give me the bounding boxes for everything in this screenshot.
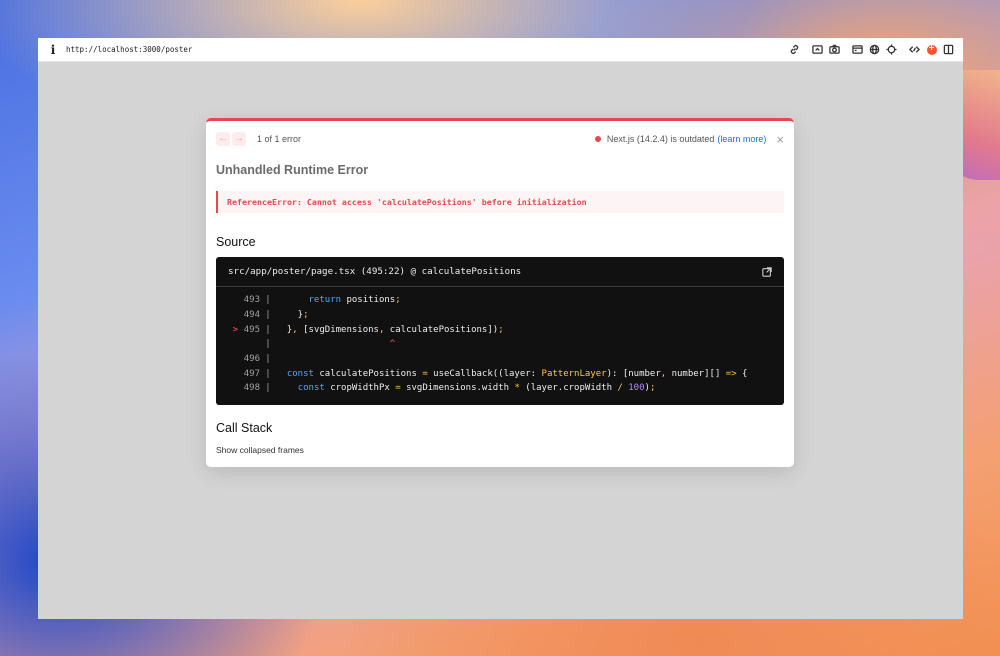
code-text: return positions; [308, 295, 401, 306]
file-location[interactable]: src/app/poster/page.tsx (495:22) @ calcu… [216, 257, 784, 287]
toolbar-icons [786, 41, 957, 58]
code-text: const calculatePositions = useCallback((… [286, 368, 748, 379]
call-stack-heading: Call Stack [216, 421, 273, 435]
line-number: 498 [243, 383, 260, 394]
line-number: 494 [243, 310, 260, 321]
gutter-separator: | [265, 310, 271, 321]
address-bar[interactable]: http://localhost:3000/poster [66, 45, 192, 54]
line-number: 493 [243, 295, 260, 306]
gutter-separator: | [265, 295, 271, 306]
status-dot-icon [594, 136, 601, 142]
close-icon[interactable]: × [776, 133, 784, 146]
globe-icon[interactable] [866, 41, 883, 58]
line-number: 497 [243, 368, 260, 379]
file-location-text[interactable]: src/app/poster/page.tsx (495:22) @ calcu… [228, 266, 521, 277]
code-line: 494 | }; [216, 308, 784, 323]
error-count: 1 of 1 error [257, 134, 302, 144]
learn-more-link[interactable]: (learn more) [717, 134, 766, 144]
line-number: 496 [243, 354, 260, 365]
error-title: Unhandled Runtime Error [216, 163, 369, 177]
extension-badge-icon[interactable] [923, 41, 940, 58]
code-text: ^ [276, 339, 396, 350]
error-overlay-dialog: ← → 1 of 1 error Next.js (14.2.4) is out… [206, 118, 794, 467]
link-icon[interactable] [786, 41, 803, 58]
code-text: }, [svgDimensions, calculatePositions]); [276, 324, 504, 335]
code-lines: 493 | return positions; 494 | }; >495 | }, [s… [216, 287, 784, 396]
open-in-editor-icon[interactable] [762, 266, 772, 277]
code-text: const cropWidthPx = svgDimensions.width … [297, 383, 656, 394]
version-status: Next.js (14.2.4) is outdated (learn more… [594, 133, 784, 146]
code-text: }; [276, 310, 309, 321]
line-number: 495 [243, 324, 260, 335]
show-collapsed-frames-button[interactable]: Show collapsed frames [216, 445, 304, 455]
split-view-icon[interactable] [940, 41, 957, 58]
code-line: 496 | [216, 352, 784, 367]
gutter-separator: | [265, 368, 271, 379]
screenshot-region-icon[interactable] [809, 41, 826, 58]
code-line: 498 | const cropWidthPx = svgDimensions.w… [216, 381, 784, 396]
source-heading: Source [216, 235, 256, 249]
camera-icon[interactable] [826, 41, 843, 58]
browser-toolbar: i http://localhost:3000/poster [38, 38, 963, 62]
gutter-separator: | [265, 354, 271, 365]
code-line: >495 | }, [svgDimensions, calculatePositi… [216, 322, 784, 337]
previous-error-button[interactable]: ← [216, 132, 230, 146]
browser-window: i http://localhost:3000/poster + ← → 1 o… [38, 38, 963, 619]
code-frame: src/app/poster/page.tsx (495:22) @ calcu… [216, 257, 784, 405]
dialog-header: ← → 1 of 1 error Next.js (14.2.4) is out… [216, 130, 784, 148]
code-icon[interactable] [906, 41, 923, 58]
gutter-separator: | [265, 383, 271, 394]
window-icon[interactable] [849, 41, 866, 58]
info-icon[interactable]: i [44, 43, 62, 57]
next-error-button[interactable]: → [232, 132, 246, 146]
gutter-separator: | [265, 339, 271, 350]
version-text: Next.js (14.2.4) is outdated [606, 134, 715, 144]
error-message: ReferenceError: Cannot access 'calculate… [216, 191, 784, 213]
gutter-separator: | [265, 324, 271, 335]
code-line: 493 | return positions; [216, 293, 784, 308]
error-line-marker: > [232, 324, 238, 335]
crosshair-icon[interactable] [883, 41, 900, 58]
code-line: 497 | const calculatePositions = useCallb… [216, 366, 784, 381]
code-line: | ^ [216, 337, 784, 352]
